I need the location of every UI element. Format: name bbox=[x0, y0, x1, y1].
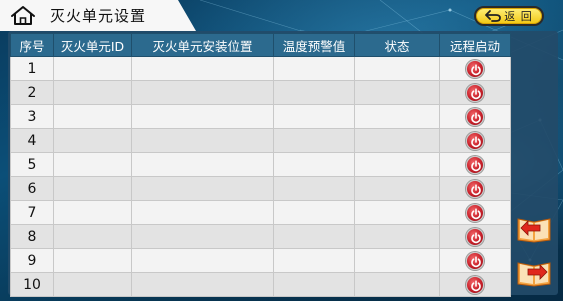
row-location-cell bbox=[131, 152, 274, 177]
fire-unit-table: 序号 灭火单元ID 灭火单元安装位置 温度预警值 状态 远程启动 1234567… bbox=[10, 33, 511, 297]
row-index-cell: 6 bbox=[10, 176, 54, 201]
table-row: 4 bbox=[10, 128, 511, 153]
row-unit-id-cell bbox=[53, 56, 132, 81]
row-location-cell bbox=[131, 200, 274, 225]
row-status-cell bbox=[354, 224, 440, 249]
row-temp-warning-cell bbox=[273, 176, 355, 201]
row-index-cell: 7 bbox=[10, 200, 54, 225]
row-status-cell bbox=[354, 200, 440, 225]
row-index-cell: 1 bbox=[10, 56, 54, 81]
row-status-cell bbox=[354, 176, 440, 201]
row-remote-start-cell bbox=[439, 128, 511, 153]
row-remote-start-cell bbox=[439, 272, 511, 297]
column-header-index: 序号 bbox=[10, 33, 54, 57]
table-row: 6 bbox=[10, 176, 511, 201]
row-index-cell: 2 bbox=[10, 80, 54, 105]
row-remote-start-cell bbox=[439, 248, 511, 273]
row-status-cell bbox=[354, 80, 440, 105]
row-remote-start-cell bbox=[439, 200, 511, 225]
row-unit-id-cell bbox=[53, 272, 132, 297]
power-icon[interactable] bbox=[466, 131, 484, 150]
table-row: 5 bbox=[10, 152, 511, 177]
table-row: 7 bbox=[10, 200, 511, 225]
row-temp-warning-cell bbox=[273, 272, 355, 297]
table-panel: 序号 灭火单元ID 灭火单元安装位置 温度预警值 状态 远程启动 1234567… bbox=[8, 31, 558, 297]
row-temp-warning-cell bbox=[273, 56, 355, 81]
row-index-cell: 10 bbox=[10, 272, 54, 297]
row-temp-warning-cell bbox=[273, 248, 355, 273]
table-row: 3 bbox=[10, 104, 511, 129]
row-remote-start-cell bbox=[439, 224, 511, 249]
row-location-cell bbox=[131, 224, 274, 249]
power-icon[interactable] bbox=[466, 203, 484, 222]
row-unit-id-cell bbox=[53, 224, 132, 249]
book-next-page-icon[interactable] bbox=[516, 257, 552, 287]
back-button[interactable]: 返 回 bbox=[474, 6, 544, 26]
row-unit-id-cell bbox=[53, 104, 132, 129]
row-location-cell bbox=[131, 80, 274, 105]
table-row: 1 bbox=[10, 56, 511, 81]
column-header-temp-warning: 温度预警值 bbox=[273, 33, 355, 57]
table-header-row: 序号 灭火单元ID 灭火单元安装位置 温度预警值 状态 远程启动 bbox=[10, 33, 511, 57]
power-icon[interactable] bbox=[466, 83, 484, 102]
row-temp-warning-cell bbox=[273, 152, 355, 177]
row-status-cell bbox=[354, 152, 440, 177]
row-location-cell bbox=[131, 104, 274, 129]
row-temp-warning-cell bbox=[273, 200, 355, 225]
row-remote-start-cell bbox=[439, 56, 511, 81]
row-location-cell bbox=[131, 176, 274, 201]
power-icon[interactable] bbox=[466, 227, 484, 246]
row-index-cell: 9 bbox=[10, 248, 54, 273]
page-title: 灭火单元设置 bbox=[50, 7, 147, 25]
home-icon[interactable] bbox=[10, 5, 36, 26]
column-header-remote-start: 远程启动 bbox=[439, 33, 511, 57]
row-unit-id-cell bbox=[53, 128, 132, 153]
power-icon[interactable] bbox=[466, 275, 484, 294]
row-index-cell: 5 bbox=[10, 152, 54, 177]
row-index-cell: 8 bbox=[10, 224, 54, 249]
power-icon[interactable] bbox=[466, 59, 484, 78]
row-status-cell bbox=[354, 56, 440, 81]
row-temp-warning-cell bbox=[273, 80, 355, 105]
table-row: 9 bbox=[10, 248, 511, 273]
row-temp-warning-cell bbox=[273, 224, 355, 249]
row-remote-start-cell bbox=[439, 104, 511, 129]
row-temp-warning-cell bbox=[273, 128, 355, 153]
row-unit-id-cell bbox=[53, 200, 132, 225]
row-index-cell: 3 bbox=[10, 104, 54, 129]
column-header-status: 状态 bbox=[354, 33, 440, 57]
return-arrow-icon bbox=[485, 10, 502, 22]
table-row: 8 bbox=[10, 224, 511, 249]
row-location-cell bbox=[131, 128, 274, 153]
book-prev-page-icon[interactable] bbox=[516, 213, 552, 243]
row-status-cell bbox=[354, 128, 440, 153]
row-remote-start-cell bbox=[439, 80, 511, 105]
power-icon[interactable] bbox=[466, 155, 484, 174]
table-row: 2 bbox=[10, 80, 511, 105]
row-unit-id-cell bbox=[53, 248, 132, 273]
column-header-location: 灭火单元安装位置 bbox=[131, 33, 274, 57]
power-icon[interactable] bbox=[466, 107, 484, 126]
row-location-cell bbox=[131, 272, 274, 297]
row-index-cell: 4 bbox=[10, 128, 54, 153]
row-temp-warning-cell bbox=[273, 104, 355, 129]
row-remote-start-cell bbox=[439, 176, 511, 201]
row-remote-start-cell bbox=[439, 152, 511, 177]
table-row: 10 bbox=[10, 272, 511, 297]
row-unit-id-cell bbox=[53, 176, 132, 201]
row-status-cell bbox=[354, 104, 440, 129]
column-header-unit-id: 灭火单元ID bbox=[53, 33, 132, 57]
row-status-cell bbox=[354, 248, 440, 273]
power-icon[interactable] bbox=[466, 179, 484, 198]
row-status-cell bbox=[354, 272, 440, 297]
row-location-cell bbox=[131, 56, 274, 81]
row-location-cell bbox=[131, 248, 274, 273]
row-unit-id-cell bbox=[53, 80, 132, 105]
back-button-label: 返 回 bbox=[504, 10, 533, 23]
power-icon[interactable] bbox=[466, 251, 484, 270]
table-body: 1 2 3 4 5 6 7 8 9 10 bbox=[10, 56, 511, 297]
row-unit-id-cell bbox=[53, 152, 132, 177]
